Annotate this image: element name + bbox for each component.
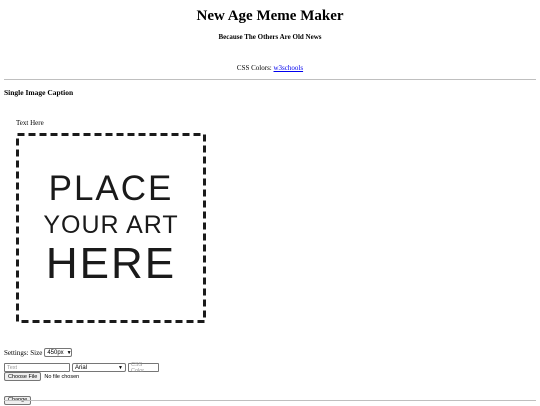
art-line-2: YOUR ART [43,211,178,239]
divider-bottom [4,400,536,401]
meme-image: PLACE YOUR ART HERE [16,133,206,323]
choose-file-button[interactable]: Choose File [4,372,42,381]
section-title: Single Image Caption [4,88,74,97]
font-select[interactable]: Arial ▼ [72,363,126,372]
settings-label: Settings: Size [4,348,43,357]
chevron-down-icon: ▼ [66,349,72,356]
settings-row: Settings: Size 450px ▼ [4,348,73,357]
text-input[interactable]: Text [4,363,70,372]
art-line-3: HERE [46,239,176,288]
no-file-text: No file chosen [44,373,80,380]
file-row: Choose File No file chosen [4,372,79,381]
font-select-value: Arial [75,364,88,371]
css-colors-line: CSS Colors: w3schools [0,64,540,72]
placeholder-art: PLACE YOUR ART HERE [16,133,206,323]
size-select[interactable]: 450px ▼ [44,348,73,357]
page-subtitle: Because The Others Are Old News [218,33,322,41]
caption-text: Text Here [16,119,44,127]
page-title: New Age Meme Maker [196,8,344,24]
css-colors-label: CSS Colors: [236,64,272,72]
caption-inputs-row: Text Arial ▼ CSS Color [4,362,159,374]
w3schools-link[interactable]: w3schools [274,64,304,72]
chevron-down-icon: ▼ [118,364,123,371]
css-color-input[interactable]: CSS Color [128,362,159,374]
art-line-1: PLACE [49,169,174,208]
divider-top [4,79,536,80]
size-select-value: 450px [47,349,64,356]
change-row: Change [4,388,32,406]
